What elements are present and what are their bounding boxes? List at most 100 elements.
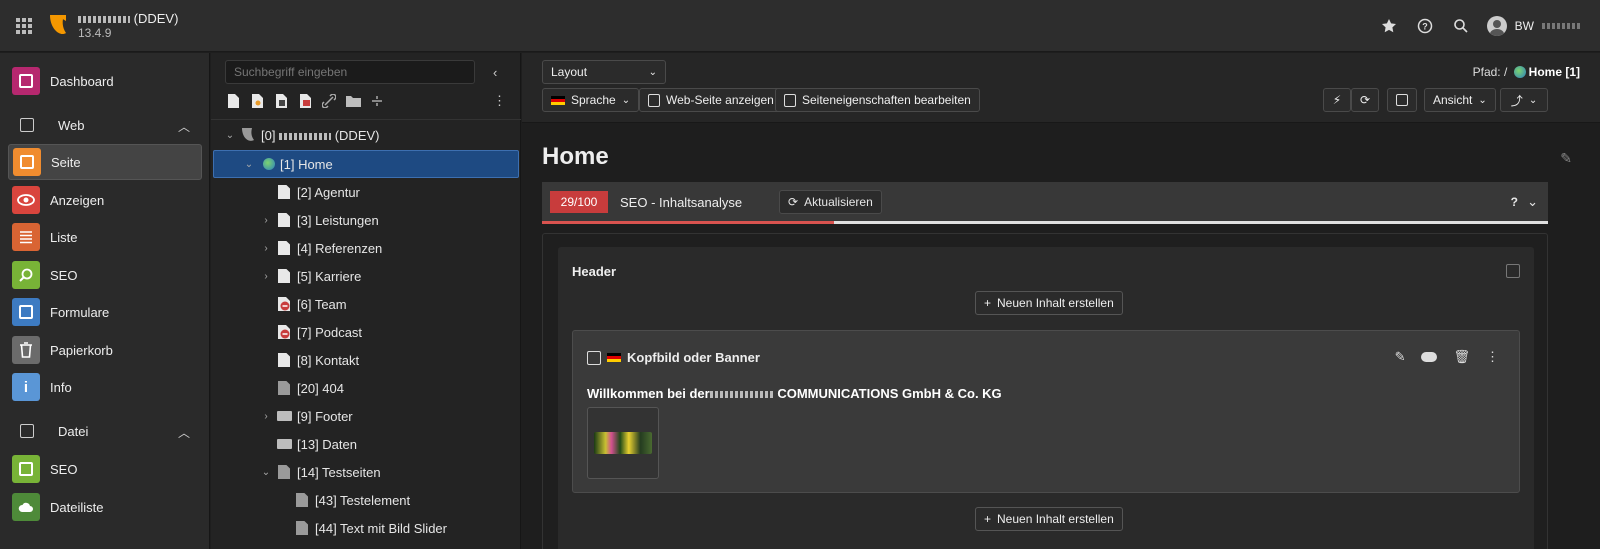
tree-item-label: [3] Leistungen <box>297 212 379 228</box>
divider <box>211 119 521 120</box>
pencil-icon[interactable]: ✎ <box>1395 349 1406 365</box>
tree-item-label: [13] Daten <box>297 436 357 452</box>
image-thumbnail[interactable] <box>587 407 659 479</box>
new-content-button[interactable]: + Neuen Inhalt erstellen <box>975 291 1123 315</box>
chevron-down-icon[interactable]: ⌄ <box>261 467 271 478</box>
star-icon[interactable] <box>1371 8 1407 44</box>
new-page-user-icon[interactable] <box>249 93 265 109</box>
list-icon <box>12 223 40 251</box>
tree-item-testseiten[interactable]: ⌄ [14] Testseiten <box>211 458 519 486</box>
chevron-down-icon[interactable]: ⌄ <box>244 159 254 170</box>
search-icon[interactable] <box>1443 8 1479 44</box>
chevron-down-icon[interactable]: ⌄ <box>1527 194 1538 210</box>
module-dateiliste[interactable]: Dateiliste <box>8 489 202 525</box>
module-datei-seo[interactable]: SEO <box>8 451 202 487</box>
toggle-icon[interactable] <box>1421 352 1438 362</box>
user-menu[interactable]: BW <box>1486 16 1580 36</box>
hidden-page-icon <box>278 325 290 339</box>
module-seite[interactable]: Seite <box>8 144 202 180</box>
toolbar-icons: ? BW <box>1371 0 1600 52</box>
tree-item-text-slider[interactable]: [44] Text mit Bild Slider <box>211 514 519 542</box>
view-mode-button[interactable]: Ansicht ⌄ <box>1424 88 1496 112</box>
group-label: Web <box>58 117 85 133</box>
folder-icon[interactable] <box>345 93 361 109</box>
tree-item-home[interactable]: ⌄ [1] Home <box>213 150 519 178</box>
site-name-redacted <box>78 16 130 24</box>
tree-root[interactable]: ⌄ [0] (DDEV) <box>211 121 519 149</box>
tree-item-footer[interactable]: › [9] Footer <box>211 402 519 430</box>
page-icon <box>278 353 290 367</box>
module-group-web[interactable]: Web ︿ <box>8 110 202 140</box>
chevron-right-icon[interactable]: › <box>261 411 271 422</box>
help-icon[interactable]: ? <box>1407 8 1443 44</box>
note-button[interactable] <box>1387 88 1417 112</box>
module-dashboard[interactable]: Dashboard <box>8 63 202 99</box>
layout-select[interactable]: Layout ⌄ <box>542 60 666 84</box>
image-content-icon <box>587 350 601 365</box>
view-page-button[interactable]: Web-Seite anzeigen <box>639 88 783 112</box>
path-label: Pfad: / <box>1472 65 1508 79</box>
tree-item-podcast[interactable]: [7] Podcast <box>211 318 519 346</box>
clear-cache-button[interactable]: ⚡︎ <box>1323 88 1351 112</box>
page-icon <box>278 381 290 395</box>
new-page-icon[interactable] <box>225 93 241 109</box>
content-element-header: Kopfbild oder Banner <box>587 350 760 365</box>
share-icon: ⤴ <box>1510 93 1523 108</box>
chevron-down-icon[interactable]: ⌄ <box>225 130 235 141</box>
edit-page-properties-button[interactable]: Seiteneigenschaften bearbeiten <box>775 88 980 112</box>
column-header: Header + Neuen Inhalt erstellen Kopfbild… <box>558 247 1534 549</box>
more-icon[interactable]: ⋮ <box>493 93 506 109</box>
language-label: Sprache <box>571 93 616 107</box>
tree-search-input[interactable] <box>225 60 475 84</box>
chevron-right-icon[interactable]: › <box>261 271 271 282</box>
view-mode-label: Ansicht <box>1433 93 1473 107</box>
info-icon: i <box>12 373 40 401</box>
new-page-shortcut-icon[interactable] <box>297 93 313 109</box>
tree-item-referenzen[interactable]: › [4] Referenzen <box>211 234 519 262</box>
chevron-down-icon: ⌄ <box>1528 94 1538 106</box>
link-icon[interactable] <box>321 93 337 109</box>
more-icon[interactable]: ⋮ <box>1486 349 1499 365</box>
new-content-label: Neuen Inhalt erstellen <box>997 512 1114 526</box>
image-icon <box>20 424 34 438</box>
module-liste[interactable]: Liste <box>8 219 202 255</box>
chevron-right-icon[interactable]: › <box>261 243 271 254</box>
divider-icon[interactable] <box>369 93 385 109</box>
content-element[interactable]: Kopfbild oder Banner ✎ 🗑︎ ⋮ Willkommen b… <box>572 330 1520 493</box>
site-title[interactable]: (DDEV) <box>78 11 178 26</box>
tree-item-leistungen[interactable]: › [3] Leistungen <box>211 206 519 234</box>
module-papierkorb[interactable]: Papierkorb <box>8 332 202 368</box>
module-anzeigen[interactable]: Anzeigen <box>8 182 202 218</box>
tree-item-kontakt[interactable]: [8] Kontakt <box>211 346 519 374</box>
share-button[interactable]: ⤴ ⌄ <box>1500 88 1548 112</box>
tree-item-agentur[interactable]: [2] Agentur <box>211 178 519 206</box>
collapse-tree-icon[interactable]: ‹ <box>493 65 497 80</box>
tree-item-label: [5] Karriere <box>297 268 362 284</box>
tree-item-daten[interactable]: [13] Daten <box>211 430 519 458</box>
module-formulare[interactable]: Formulare <box>8 294 202 330</box>
edit-column-icon[interactable] <box>1506 264 1520 278</box>
module-info[interactable]: i Info <box>8 369 202 405</box>
language-button[interactable]: Sprache ⌄ <box>542 88 640 112</box>
path-page[interactable]: Home [1] <box>1529 65 1580 79</box>
tree-item-404[interactable]: [20] 404 <box>211 374 519 402</box>
chevron-right-icon[interactable]: › <box>261 215 271 226</box>
module-label: Anzeigen <box>50 192 105 208</box>
page-module-icon <box>13 148 41 176</box>
tree-item-testelement[interactable]: [43] Testelement <box>211 486 519 514</box>
trash-icon[interactable]: 🗑︎ <box>1453 349 1470 365</box>
new-page-external-icon[interactable] <box>273 93 289 109</box>
tree-item-team[interactable]: [6] Team <box>211 290 519 318</box>
page-tree: ‹ ⋮ ⌄ [0] (DDEV) ⌄ [1] Home [2] Agentur <box>211 53 521 549</box>
module-menu-toggle-icon[interactable] <box>14 16 34 36</box>
reload-button[interactable]: ⟳ <box>1351 88 1379 112</box>
module-group-datei[interactable]: Datei ︿ <box>8 416 202 446</box>
tree-item-karriere[interactable]: › [5] Karriere <box>211 262 519 290</box>
note-icon <box>1396 94 1408 106</box>
module-seo[interactable]: SEO <box>8 257 202 293</box>
seo-refresh-button[interactable]: ⟳ Aktualisieren <box>779 190 882 214</box>
edit-title-icon[interactable]: ✎ <box>1560 150 1572 167</box>
new-content-button-bottom[interactable]: + Neuen Inhalt erstellen <box>975 507 1123 531</box>
seo-help-icon[interactable]: ? <box>1511 195 1518 209</box>
column-title: Header <box>572 264 617 279</box>
